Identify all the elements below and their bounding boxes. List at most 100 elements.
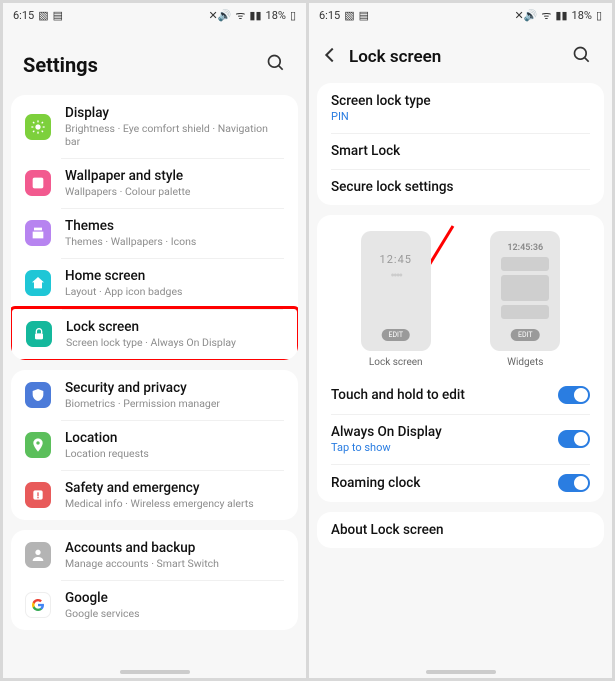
preview-time: 12:45	[380, 253, 412, 266]
status-bar: 6:15 ▧ ▤ ✕🔊 ᯤ ▮▮ 18% ▯	[309, 3, 612, 25]
sidebar-item-lock-screen[interactable]: Lock screen Screen lock type · Always On…	[11, 306, 298, 360]
widget-bar	[501, 305, 549, 319]
lock-settings-card: Screen lock type PIN Smart Lock Secure l…	[317, 83, 604, 205]
sidebar-item-display[interactable]: Display Brightness · Eye comfort shield …	[11, 95, 298, 158]
status-bar: 6:15 ▧ ▤ ✕🔊 ᯤ ▮▮ 18% ▯	[3, 3, 306, 25]
item-title: Secure lock settings	[331, 179, 590, 195]
toggle-switch[interactable]	[558, 430, 590, 448]
preview-label: Widgets	[507, 357, 543, 368]
row-always-on-display[interactable]: Always On Display Tap to show	[317, 414, 604, 464]
sidebar-item-home[interactable]: Home screen Layout · App icon badges	[11, 258, 298, 308]
lock-icon	[26, 321, 52, 347]
wifi-icon: ᯤ	[235, 8, 245, 23]
item-title: Safety and emergency	[65, 480, 284, 496]
search-icon[interactable]	[266, 53, 286, 77]
item-sub: Themes · Wallpapers · Icons	[65, 235, 284, 248]
preview-widgets[interactable]: 12:45:36 EDIT Widgets	[490, 231, 560, 368]
lock-screen-settings: 6:15 ▧ ▤ ✕🔊 ᯤ ▮▮ 18% ▯ Lock screen Scree…	[309, 3, 612, 678]
item-sub: Brightness · Eye comfort shield · Naviga…	[65, 122, 284, 148]
widget-bar	[501, 275, 549, 301]
google-icon	[25, 592, 51, 618]
edit-pill[interactable]: EDIT	[511, 329, 540, 341]
preview-label: Lock screen	[369, 357, 423, 368]
nav-handle[interactable]	[120, 670, 190, 674]
sidebar-item-safety[interactable]: Safety and emergency Medical info · Wire…	[11, 470, 298, 520]
row-roaming-clock[interactable]: Roaming clock	[317, 464, 604, 502]
mute-icon: ✕🔊	[208, 9, 231, 22]
item-title: Security and privacy	[65, 380, 284, 396]
item-title: Location	[65, 430, 284, 446]
toggle-switch[interactable]	[558, 474, 590, 492]
status-icon-image: ▧	[38, 9, 48, 22]
item-title: Touch and hold to edit	[331, 387, 544, 403]
widget-bar	[501, 257, 549, 271]
item-value: PIN	[331, 110, 590, 123]
settings-main-screen: 6:15 ▧ ▤ ✕🔊 ᯤ ▮▮ 18% ▯ Settings Display	[3, 3, 306, 678]
nav-handle[interactable]	[426, 670, 496, 674]
item-sub: Biometrics · Permission manager	[65, 397, 284, 410]
user-icon	[25, 542, 51, 568]
sidebar-item-accounts[interactable]: Accounts and backup Manage accounts · Sm…	[11, 530, 298, 580]
row-about-lock-screen[interactable]: About Lock screen	[317, 512, 604, 548]
palette-icon	[25, 170, 51, 196]
item-title: Accounts and backup	[65, 540, 284, 556]
item-sub: Location requests	[65, 447, 284, 460]
preview-widget-time: 12:45:36	[507, 243, 543, 253]
theme-icon	[25, 220, 51, 246]
row-secure-lock[interactable]: Secure lock settings	[317, 169, 604, 205]
signal-icon: ▮▮	[249, 9, 261, 22]
item-title: Screen lock type	[331, 93, 590, 109]
item-title: Themes	[65, 218, 284, 234]
status-time: 6:15	[319, 9, 340, 22]
lockscreen-header: Lock screen	[309, 26, 612, 83]
status-icon-newspaper: ▤	[53, 9, 63, 22]
row-touch-hold-edit[interactable]: Touch and hold to edit	[317, 376, 604, 414]
item-title: Wallpaper and style	[65, 168, 284, 184]
item-title: About Lock screen	[331, 522, 590, 538]
battery-icon: ▯	[596, 9, 602, 22]
preview-lockscreen[interactable]: 12:45 •••• EDIT Lock screen	[361, 231, 431, 368]
settings-card-privacy: Security and privacy Biometrics · Permis…	[11, 370, 298, 520]
about-card: About Lock screen	[317, 512, 604, 548]
page-title: Settings	[23, 53, 98, 77]
toggle-switch[interactable]	[558, 386, 590, 404]
row-screen-lock-type[interactable]: Screen lock type PIN	[317, 83, 604, 133]
search-icon[interactable]	[572, 45, 592, 68]
item-sub: Wallpapers · Colour palette	[65, 185, 284, 198]
item-title: Google	[65, 590, 284, 606]
edit-pill[interactable]: EDIT	[381, 329, 410, 341]
settings-card-accounts: Accounts and backup Manage accounts · Sm…	[11, 530, 298, 630]
mute-icon: ✕🔊	[514, 9, 537, 22]
battery-text: 18%	[266, 9, 286, 22]
sun-icon	[25, 114, 51, 140]
sidebar-item-security[interactable]: Security and privacy Biometrics · Permis…	[11, 370, 298, 420]
home-icon	[25, 270, 51, 296]
sidebar-item-google[interactable]: Google Google services	[11, 580, 298, 630]
item-sub: Screen lock type · Always On Display	[66, 336, 283, 349]
status-time: 6:15	[13, 9, 34, 22]
item-title: Display	[65, 105, 284, 121]
settings-card-appearance: Display Brightness · Eye comfort shield …	[11, 95, 298, 360]
pin-icon	[25, 432, 51, 458]
back-icon[interactable]	[319, 44, 341, 69]
preview-dots: ••••	[390, 268, 401, 284]
item-title: Home screen	[65, 268, 284, 284]
alert-icon	[25, 482, 51, 508]
sidebar-item-location[interactable]: Location Location requests	[11, 420, 298, 470]
item-sub: Manage accounts · Smart Switch	[65, 557, 284, 570]
item-sub: Google services	[65, 607, 284, 620]
sidebar-item-themes[interactable]: Themes Themes · Wallpapers · Icons	[11, 208, 298, 258]
lock-preview-card: 12:45 •••• EDIT Lock screen 12:45:36 EDI…	[317, 215, 604, 502]
shield-icon	[25, 382, 51, 408]
status-icon-newspaper: ▤	[359, 9, 369, 22]
signal-icon: ▮▮	[555, 9, 567, 22]
item-title: Lock screen	[66, 319, 283, 335]
item-value: Tap to show	[331, 441, 544, 454]
sidebar-item-wallpaper[interactable]: Wallpaper and style Wallpapers · Colour …	[11, 158, 298, 208]
page-title: Lock screen	[349, 47, 441, 67]
item-title: Always On Display	[331, 424, 544, 440]
item-sub: Medical info · Wireless emergency alerts	[65, 497, 284, 510]
item-sub: Layout · App icon badges	[65, 285, 284, 298]
battery-icon: ▯	[290, 9, 296, 22]
row-smart-lock[interactable]: Smart Lock	[317, 133, 604, 169]
